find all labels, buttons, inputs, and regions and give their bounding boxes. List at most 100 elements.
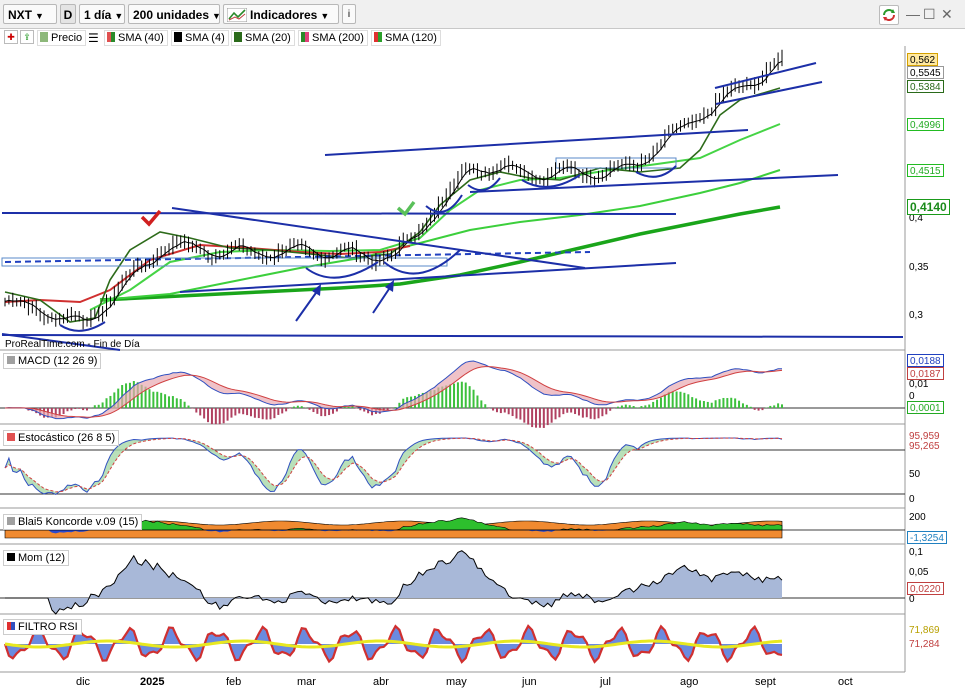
macd-histogram-bar — [429, 390, 432, 408]
macd-signal-line — [4, 366, 783, 418]
macd-histogram-bar — [648, 404, 651, 408]
chart-toolbar: NXT ▼ D 1 día ▼ 200 unidades ▼ Indicadores ▼… — [0, 0, 965, 29]
x-tick: jul — [600, 676, 612, 688]
indicators-button[interactable]: Indicadores ▼ — [223, 4, 339, 24]
x-tick: abr — [373, 676, 389, 688]
x-tick: dic — [76, 676, 91, 688]
units-label: 200 unidades — [133, 8, 210, 22]
macd-histogram-bar — [187, 405, 190, 408]
units-selector[interactable]: 200 unidades ▼ — [128, 4, 221, 24]
macd-histogram-bar — [652, 401, 655, 408]
macd-title[interactable]: MACD (12 26 9) — [3, 353, 102, 369]
macd-histogram-bar — [312, 408, 315, 413]
x-tick: feb — [226, 676, 242, 688]
pattern-arcs — [59, 165, 677, 332]
macd-histogram-bar — [659, 397, 662, 408]
macd-histogram-bar — [152, 391, 155, 408]
collapse-icon[interactable]: ✚ — [4, 30, 18, 44]
macd-histogram-bar — [367, 408, 370, 414]
macd-histogram-bar — [550, 408, 553, 423]
legend-item-sma40[interactable]: SMA (40) — [104, 30, 168, 46]
rsi-filter-red-tag: 71,284 — [909, 639, 940, 650]
macd-histogram-bar — [741, 403, 744, 408]
macd-histogram-bar — [628, 405, 631, 408]
x-tick: 2025 — [140, 676, 165, 688]
sma20-line — [4, 87, 781, 323]
macd-histogram-bar — [738, 400, 741, 408]
macd-histogram-bar — [781, 404, 783, 408]
macd-histogram-bar — [656, 399, 659, 408]
minimize-icon[interactable]: — — [906, 6, 920, 22]
macd-histogram-bar — [757, 408, 760, 411]
refresh-icon[interactable] — [879, 5, 899, 25]
macd-histogram-bar — [238, 408, 241, 414]
macd-histogram-bar — [433, 390, 436, 408]
macd-histogram-bar — [503, 408, 506, 413]
close-icon[interactable]: ✕ — [941, 6, 953, 22]
maximize-icon[interactable]: ☐ — [923, 6, 936, 22]
macd-histogram-bar — [382, 408, 385, 412]
koncorde-title[interactable]: Blai5 Koncorde v.09 (15) — [3, 514, 143, 530]
legend-item-sma4[interactable]: SMA (4) — [171, 30, 229, 46]
momentum-title[interactable]: Mom (12) — [3, 550, 70, 566]
macd-histogram-bar — [164, 394, 167, 408]
sma120-line — [99, 169, 781, 301]
macd-histogram-bar — [113, 392, 116, 408]
macd-histogram-bar — [222, 408, 225, 424]
macd-histogram-bar — [449, 384, 452, 408]
rsi-filter-red-line — [3, 624, 783, 664]
macd-histogram-bar — [74, 408, 77, 410]
symbol-selector[interactable]: NXT ▼ — [3, 4, 57, 24]
legend-item-sma200[interactable]: SMA (200) — [298, 30, 368, 46]
macd-histogram-bar — [50, 408, 53, 418]
macd-histogram-bar — [562, 408, 565, 415]
macd-histogram-bar — [406, 397, 409, 408]
macd-histogram-bar — [324, 408, 327, 417]
macd-histogram-bar — [636, 407, 639, 408]
x-tick: mar — [297, 676, 316, 688]
macd-histogram-bar — [316, 408, 319, 414]
symbol-label: NXT — [8, 8, 32, 22]
macd-histogram-bar — [620, 405, 623, 408]
macd-histogram-bar — [695, 398, 698, 408]
rsi-filter-title[interactable]: FILTRO RSI — [3, 619, 82, 635]
macd-histogram-bar — [234, 408, 237, 416]
macd-histogram-bar — [183, 401, 186, 408]
macd-histogram-bar — [413, 395, 416, 408]
legend-item-price[interactable]: Precio — [37, 30, 87, 46]
macd-histogram-bar — [97, 404, 100, 408]
macd-histogram-bar — [425, 392, 428, 408]
chevron-down-icon: ▼ — [114, 11, 124, 21]
macd-histogram-bar — [374, 408, 377, 414]
legend-item-sma120[interactable]: SMA (120) — [371, 30, 441, 46]
macd-histogram-bar — [144, 386, 147, 408]
macd-histogram-bar — [460, 381, 463, 408]
macd-histogram-bar — [538, 408, 541, 428]
mode-button[interactable]: D — [60, 4, 76, 24]
macd-histogram-bar — [300, 406, 303, 408]
macd-histogram-bar — [136, 382, 139, 408]
macd-histogram-bar — [171, 396, 174, 408]
macd-histogram-bar — [679, 391, 682, 408]
macd-histogram-bar — [62, 408, 65, 415]
macd-histogram-bar — [609, 408, 612, 411]
stochastic-d-line — [4, 437, 783, 493]
macd-histogram-bar — [386, 408, 389, 411]
chevron-down-icon: ▼ — [212, 11, 221, 21]
properties-button[interactable]: i — [342, 4, 356, 24]
price-tag-sma20: 0,5384 — [907, 80, 944, 93]
macd-histogram-bar — [121, 385, 124, 408]
list-icon[interactable]: ☰ — [88, 31, 99, 45]
legend-item-sma20[interactable]: SMA (20) — [231, 30, 295, 46]
macd-histogram-bar — [179, 399, 182, 408]
stochastic-title[interactable]: Estocástico (26 8 5) — [3, 430, 120, 446]
macd-histogram-bar — [230, 408, 233, 418]
interval-selector[interactable]: 1 día ▼ — [79, 4, 125, 24]
macd-histogram-bar — [27, 408, 30, 411]
macd-histogram-bar — [710, 402, 713, 408]
macd-histogram-bar — [714, 400, 717, 408]
macd-histogram-bar — [363, 408, 366, 412]
chevron-down-icon: ▼ — [320, 11, 330, 21]
price-chart[interactable] — [0, 0, 965, 692]
expand-icon[interactable]: ⇪ — [20, 30, 34, 44]
